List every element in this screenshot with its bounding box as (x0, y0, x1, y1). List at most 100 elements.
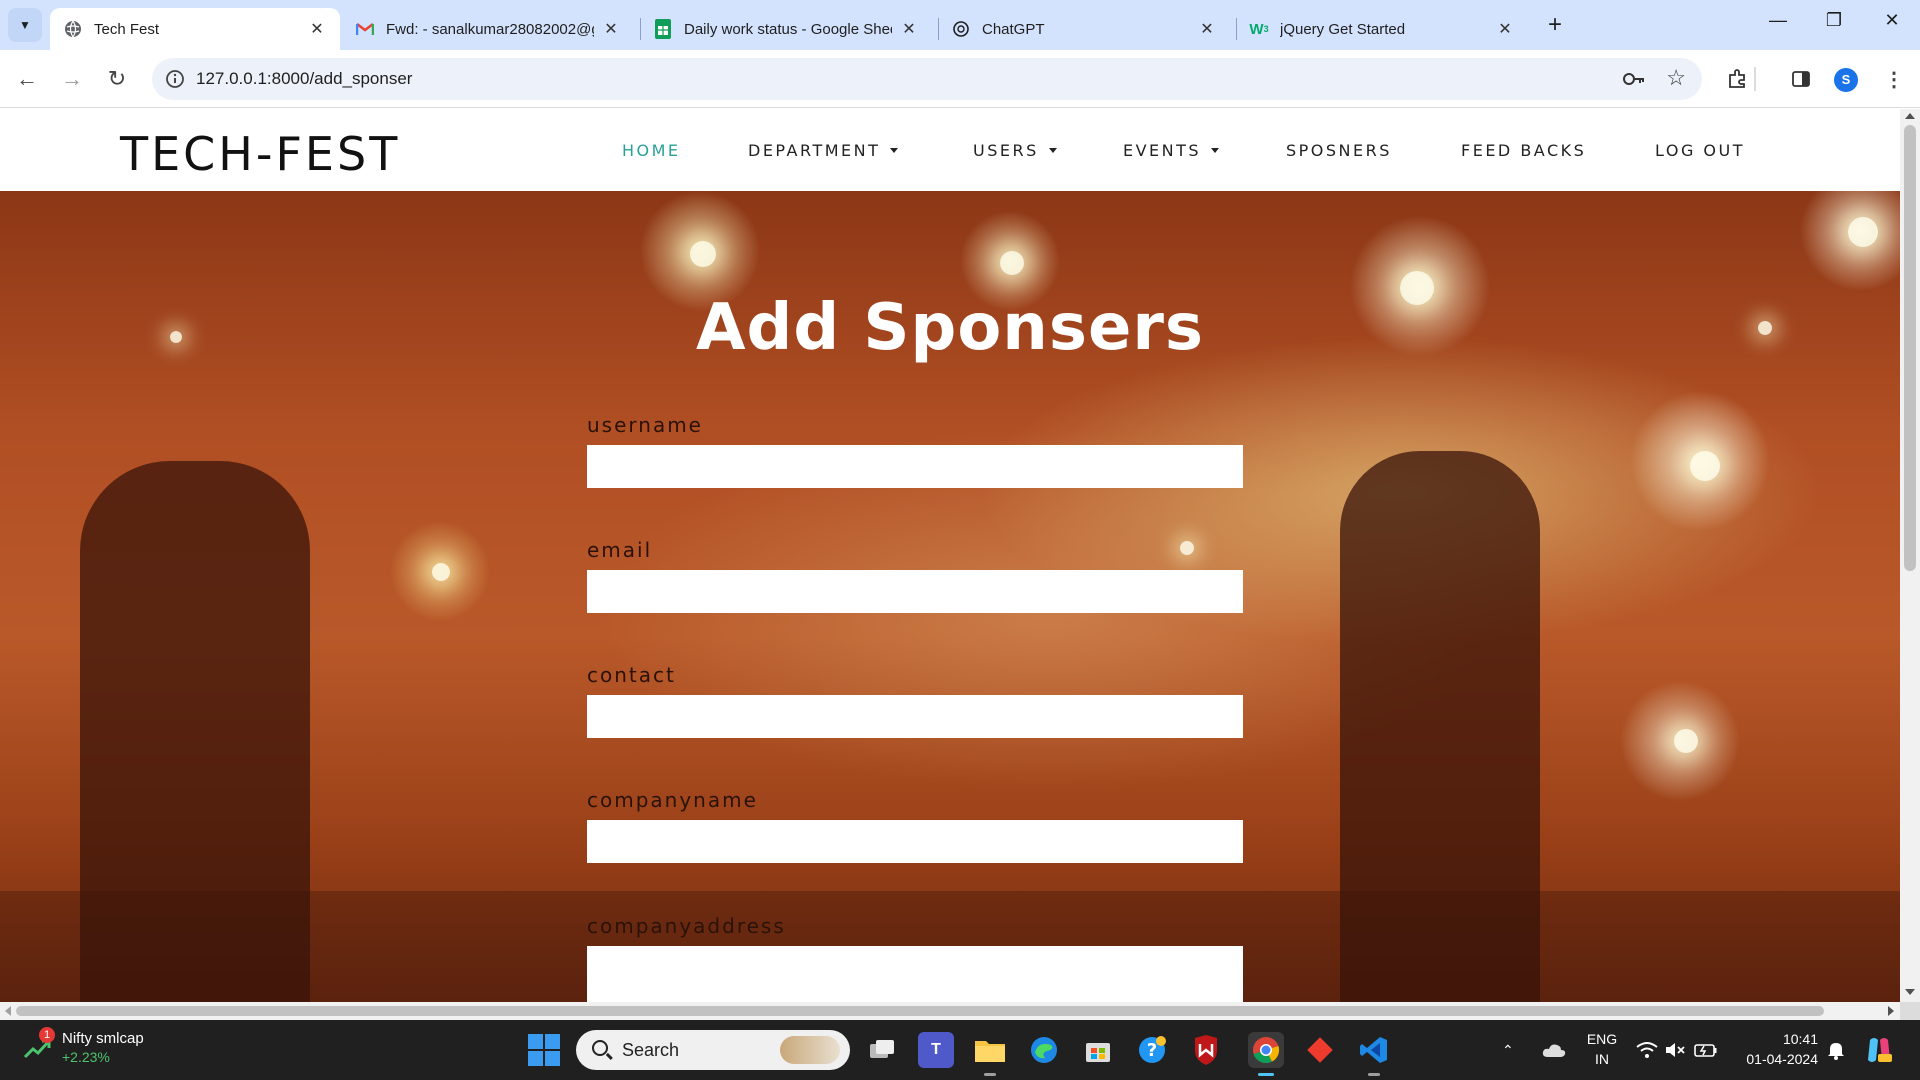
tab-gmail[interactable]: Fwd: - sanalkumar28082002@g ✕ (342, 8, 634, 50)
language-indicator[interactable]: ENG IN (1586, 1029, 1618, 1069)
horizontal-scroll-thumb[interactable] (16, 1006, 1824, 1016)
notification-badge: 1 (39, 1026, 55, 1043)
edge-icon[interactable] (1026, 1032, 1062, 1068)
caret-down-icon (1048, 148, 1057, 153)
mcafee-icon[interactable] (1188, 1032, 1224, 1068)
back-button[interactable]: ← (10, 62, 44, 96)
running-indicator (1368, 1073, 1380, 1076)
stock-name: Nifty smlcap (62, 1030, 144, 1047)
tab-search-button[interactable]: ▼ (8, 8, 42, 42)
caret-down-icon (1211, 148, 1220, 153)
stage-light (1690, 451, 1720, 481)
arrow-left-icon: ← (16, 66, 38, 91)
horizontal-scrollbar[interactable] (0, 1002, 1900, 1020)
username-label: username (587, 413, 703, 437)
nav-department[interactable]: DEPARTMENT (748, 141, 899, 160)
stock-widget[interactable]: 1 Nifty smlcap +2.23% (22, 1026, 144, 1065)
vertical-scroll-thumb[interactable] (1904, 125, 1916, 571)
side-panel-icon[interactable] (1786, 64, 1816, 94)
forward-button[interactable]: → (55, 62, 89, 96)
nav-label: USERS (973, 141, 1039, 160)
task-view-icon[interactable] (864, 1032, 900, 1068)
star-icon[interactable]: ☆ (1666, 65, 1686, 91)
hero-background: Add Sponsers username email contact comp… (0, 191, 1900, 1002)
clock-time: 10:41 (1782, 1031, 1818, 1047)
nav-label: EVENTS (1123, 141, 1202, 160)
tab-title: jQuery Get Started (1280, 20, 1406, 38)
anydesk-icon[interactable] (1302, 1032, 1338, 1068)
battery-icon[interactable] (1694, 1020, 1718, 1080)
tab-title: Daily work status - Google Shee (684, 20, 892, 38)
store-icon[interactable] (1080, 1032, 1116, 1068)
speaker-muted-icon[interactable] (1664, 1020, 1686, 1080)
notification-bell-icon[interactable] (1826, 1020, 1846, 1080)
caret-down-icon (890, 148, 899, 153)
help-icon[interactable]: ? (1134, 1032, 1170, 1068)
site-header: TECH-FEST HOME DEPARTMENT USERS EVENTS S… (0, 109, 1900, 191)
reload-icon: ↻ (107, 66, 127, 91)
stage-light (690, 241, 716, 267)
tab-chatgpt[interactable]: ChatGPT ✕ (938, 8, 1230, 50)
close-icon[interactable]: ✕ (308, 19, 326, 39)
email-input[interactable] (587, 570, 1243, 613)
search-icon (592, 1040, 608, 1056)
search-highlight-icon (780, 1036, 840, 1064)
companyname-label: companyname (587, 788, 758, 812)
site-info-icon[interactable] (164, 68, 186, 90)
scroll-right-icon[interactable] (1888, 1006, 1894, 1016)
companyname-input[interactable] (587, 820, 1243, 863)
new-tab-button[interactable]: + (1540, 12, 1570, 40)
nav-logout[interactable]: LOG OUT (1655, 141, 1745, 160)
chrome-icon[interactable] (1248, 1032, 1284, 1076)
nav-feedbacks[interactable]: FEED BACKS (1461, 141, 1586, 160)
reload-button[interactable]: ↻ (100, 62, 134, 96)
stock-change: +2.23% (62, 1049, 110, 1065)
address-bar[interactable]: 127.0.0.1:8000/add_sponser ☆ (152, 58, 1702, 100)
windows-logo-icon (528, 1034, 543, 1049)
more-menu-icon[interactable]: ⋮ (1879, 64, 1909, 94)
close-icon[interactable]: ✕ (602, 19, 620, 39)
close-icon[interactable]: ✕ (900, 19, 918, 39)
minimize-button[interactable]: — (1758, 10, 1798, 40)
extensions-icon[interactable] (1722, 64, 1752, 94)
key-icon[interactable] (1622, 68, 1646, 95)
taskbar-search[interactable]: Search (576, 1030, 850, 1070)
nav-label: FEED BACKS (1461, 141, 1587, 160)
close-icon[interactable]: ✕ (1496, 19, 1514, 39)
nav-events[interactable]: EVENTS (1123, 141, 1220, 160)
nav-label: DEPARTMENT (748, 141, 881, 160)
scroll-down-icon[interactable] (1905, 989, 1915, 995)
w3schools-icon: W3 (1249, 20, 1269, 38)
close-window-button[interactable]: ✕ (1872, 10, 1912, 40)
chevron-down-icon: ▼ (19, 18, 31, 32)
tab-sheets[interactable]: Daily work status - Google Shee ✕ (640, 8, 932, 50)
tab-tech-fest[interactable]: Tech Fest ✕ (50, 8, 340, 50)
nav-users[interactable]: USERS (973, 141, 1057, 160)
vertical-scrollbar[interactable] (1900, 109, 1920, 1002)
profile-avatar[interactable]: S (1834, 68, 1858, 92)
windows-start-button[interactable] (528, 1034, 560, 1066)
teams-icon[interactable]: T (918, 1032, 954, 1068)
nav-home[interactable]: HOME (622, 141, 681, 160)
scroll-up-icon[interactable] (1905, 113, 1915, 119)
close-icon[interactable]: ✕ (1198, 19, 1216, 39)
nav-sponsers[interactable]: SPOSNERS (1286, 141, 1392, 160)
scroll-left-icon[interactable] (5, 1006, 11, 1016)
username-input[interactable] (587, 445, 1243, 488)
region-code: IN (1595, 1051, 1609, 1067)
site-logo[interactable]: TECH-FEST (120, 127, 400, 181)
onedrive-icon[interactable] (1542, 1020, 1566, 1080)
show-hidden-icons[interactable]: ⌃ (1502, 1020, 1514, 1080)
tab-jquery[interactable]: W3 jQuery Get Started ✕ (1236, 8, 1528, 50)
copilot-icon[interactable] (1864, 1020, 1894, 1080)
restore-button[interactable]: ❐ (1814, 10, 1854, 40)
companyaddress-input[interactable] (587, 946, 1243, 1002)
contact-input[interactable] (587, 695, 1243, 738)
globe-icon (64, 20, 82, 38)
vscode-icon[interactable] (1356, 1032, 1392, 1076)
wifi-icon[interactable] (1636, 1020, 1658, 1080)
file-explorer-icon[interactable] (972, 1032, 1008, 1076)
language-code: ENG (1586, 1031, 1618, 1047)
stage-light (1674, 729, 1698, 753)
clock[interactable]: 10:41 01-04-2024 (1738, 1029, 1818, 1069)
